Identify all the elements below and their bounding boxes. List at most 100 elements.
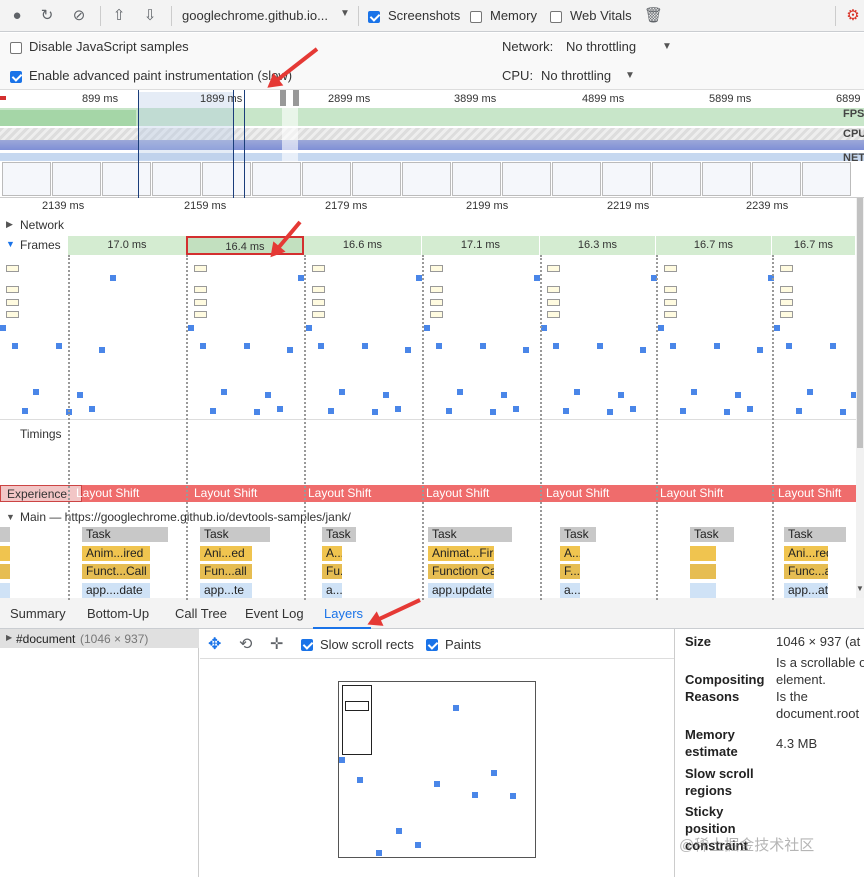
animation-frame-block[interactable]: A...	[560, 546, 580, 561]
layout-shift-label[interactable]: Layout Shift	[302, 485, 371, 502]
gear-icon[interactable]: ⚙	[844, 7, 862, 25]
clear-icon[interactable]: ⊘	[70, 7, 88, 25]
layer-rect[interactable]	[342, 685, 372, 755]
task-block[interactable]: Task	[428, 527, 512, 542]
app-update-block[interactable]: a...e	[560, 583, 580, 598]
function-call-block[interactable]: Fu...l	[322, 564, 342, 579]
animation-frame-block[interactable]: Anim...ired	[82, 546, 150, 561]
expand-icon[interactable]: ▶	[6, 219, 13, 230]
task-block[interactable]	[0, 564, 10, 579]
app-update-block[interactable]: app....date	[82, 583, 150, 598]
layout-shift-label[interactable]: Layout Shift	[654, 485, 723, 502]
download-icon[interactable]: ⇩	[141, 7, 159, 25]
task-block[interactable]: Task	[690, 527, 734, 542]
recording-select[interactable]: googlechrome.github.io...	[182, 8, 328, 23]
overview-handle-right[interactable]	[293, 90, 299, 106]
flame-chart-scrollbar[interactable]	[856, 198, 864, 598]
app-update-block[interactable]: app...ate	[784, 583, 828, 598]
upload-icon[interactable]: ⇧	[110, 7, 128, 25]
memory-checkbox[interactable]	[470, 9, 482, 23]
screenshot-thumbnail[interactable]	[602, 162, 651, 196]
timings-track-label[interactable]: Timings	[20, 427, 62, 441]
screenshots-checkbox[interactable]	[368, 9, 380, 23]
screenshot-thumbnail[interactable]	[452, 162, 501, 196]
function-call-block[interactable]: Function Call	[428, 564, 494, 579]
function-call-block[interactable]: Funct...Call	[82, 564, 150, 579]
network-throttle-select[interactable]: No throttling	[566, 39, 636, 54]
screenshot-thumbnail[interactable]	[702, 162, 751, 196]
paints-checkbox[interactable]	[426, 637, 438, 651]
scroll-thumb[interactable]	[857, 198, 863, 448]
overview-handle-left[interactable]	[280, 90, 286, 106]
frame-cell[interactable]: 16.7 ms	[656, 236, 772, 255]
tab-bottom-up[interactable]: Bottom-Up	[87, 606, 149, 621]
task-block[interactable]: Task	[784, 527, 846, 542]
app-update-block[interactable]: app.update	[428, 583, 494, 598]
app-update-block[interactable]: a...e	[322, 583, 342, 598]
trash-icon[interactable]: 🗑	[644, 7, 663, 25]
tab-layers[interactable]: Layers	[324, 606, 363, 621]
screenshot-thumbnail[interactable]	[52, 162, 101, 196]
frame-cell[interactable]: 16.6 ms	[304, 236, 422, 255]
reload-icon[interactable]: ↻	[38, 7, 56, 25]
layer-canvas[interactable]	[338, 681, 536, 858]
app-update-block[interactable]	[690, 583, 716, 598]
disable-js-checkbox[interactable]	[10, 40, 22, 54]
scroll-down-icon[interactable]: ▼	[856, 584, 864, 593]
chevron-down-icon[interactable]: ▼	[340, 8, 350, 19]
animation-frame-block[interactable]	[690, 546, 716, 561]
layout-shift-label[interactable]: Layout Shift	[70, 485, 139, 502]
task-block[interactable]: Task	[560, 527, 596, 542]
collapse-icon[interactable]: ▼	[6, 239, 15, 249]
layer-rect[interactable]	[345, 701, 369, 711]
screenshot-thumbnail[interactable]	[552, 162, 601, 196]
layer-tree-item[interactable]: ▶ #document (1046 × 937)	[0, 629, 199, 648]
screenshot-thumbnail[interactable]	[752, 162, 801, 196]
record-icon[interactable]: ●	[8, 7, 26, 25]
layout-shift-label[interactable]: Layout Shift	[540, 485, 609, 502]
screenshot-thumbnail[interactable]	[652, 162, 701, 196]
frame-cell[interactable]: 17.0 ms	[68, 236, 187, 255]
task-block[interactable]: Task	[322, 527, 356, 542]
animation-frame-block[interactable]: Ani...ed	[200, 546, 252, 561]
function-call-block[interactable]: Fun...all	[200, 564, 252, 579]
web-vitals-checkbox[interactable]	[550, 9, 562, 23]
animation-frame-block[interactable]: Animat...Fired	[428, 546, 494, 561]
screenshot-thumbnail[interactable]	[102, 162, 151, 196]
screenshot-thumbnail[interactable]	[502, 162, 551, 196]
task-block[interactable]	[0, 546, 10, 561]
app-update-block[interactable]: app...te	[200, 583, 252, 598]
frame-cell[interactable]: 16.7 ms	[772, 236, 856, 255]
animation-frame-block[interactable]: A...d	[322, 546, 342, 561]
screenshot-thumbnail[interactable]	[252, 162, 301, 196]
layout-shift-label[interactable]: Layout Shift	[772, 485, 841, 502]
tab-call-tree[interactable]: Call Tree	[175, 606, 227, 621]
chevron-down-icon[interactable]: ▼	[662, 41, 672, 52]
network-track-label[interactable]: Network	[20, 218, 64, 232]
reset-transform-icon[interactable]: ✛	[270, 634, 283, 654]
task-block[interactable]	[0, 583, 10, 598]
function-call-block[interactable]	[690, 564, 716, 579]
task-block[interactable]: Task	[82, 527, 168, 542]
screenshot-thumbnail[interactable]	[402, 162, 451, 196]
frames-track-label[interactable]: Frames	[20, 238, 61, 252]
chevron-down-icon[interactable]: ▼	[625, 70, 635, 81]
screenshot-thumbnail[interactable]	[2, 162, 51, 196]
screenshot-thumbnail[interactable]	[152, 162, 201, 196]
cpu-throttle-select[interactable]: No throttling	[541, 68, 611, 83]
function-call-block[interactable]: Func...all	[784, 564, 828, 579]
layout-shift-label[interactable]: Layout Shift	[188, 485, 257, 502]
task-block[interactable]	[0, 527, 10, 542]
advanced-paint-checkbox[interactable]	[10, 69, 22, 83]
slow-scroll-checkbox[interactable]	[301, 637, 313, 651]
rotate-mode-icon[interactable]: ⟲	[239, 634, 252, 654]
tab-event-log[interactable]: Event Log	[245, 606, 304, 621]
layout-shift-label[interactable]: Layout Shift	[420, 485, 489, 502]
frame-cell[interactable]: 16.3 ms	[540, 236, 656, 255]
collapse-icon[interactable]: ▼	[6, 512, 15, 522]
animation-frame-block[interactable]: Ani...red	[784, 546, 828, 561]
screenshot-thumbnail[interactable]	[802, 162, 851, 196]
expand-icon[interactable]: ▶	[6, 633, 12, 642]
pan-mode-icon[interactable]: ✥	[208, 634, 221, 654]
tab-summary[interactable]: Summary	[10, 606, 66, 621]
